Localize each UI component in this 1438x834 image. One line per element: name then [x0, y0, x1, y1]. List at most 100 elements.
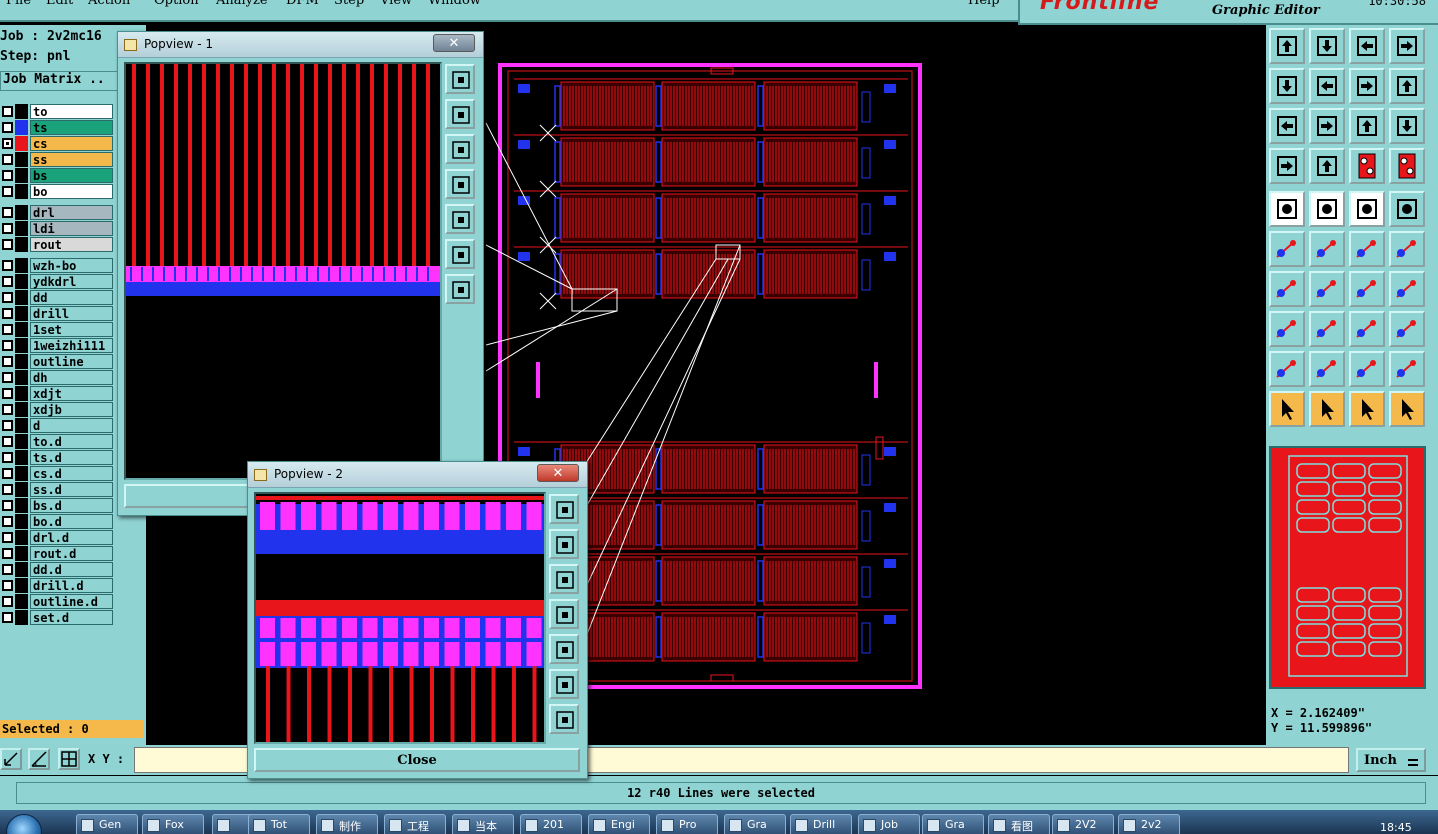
taskbar-item[interactable]: 工程	[384, 814, 446, 834]
layer-color-swatch[interactable]	[15, 386, 28, 401]
taskbar-item[interactable]: Tot	[248, 814, 310, 834]
layer-row-xdjt[interactable]: xdjt	[0, 386, 118, 401]
angle-line-icon[interactable]	[1269, 271, 1305, 307]
layer-checkbox[interactable]	[2, 276, 13, 287]
layer-name[interactable]: dh	[30, 370, 113, 385]
layer-color-swatch[interactable]	[15, 402, 28, 417]
layer-checkbox[interactable]	[2, 404, 13, 415]
layer-row-dh[interactable]: dh	[0, 370, 118, 385]
layer-checkbox[interactable]	[2, 170, 13, 181]
ruler-icon[interactable]	[1349, 191, 1385, 227]
select-box-icon[interactable]	[1309, 391, 1345, 427]
layer-checkbox[interactable]	[2, 500, 13, 511]
popview-1-close-x[interactable]: ✕	[433, 34, 475, 52]
layer-color-swatch[interactable]	[15, 418, 28, 433]
layer-row-bo[interactable]: bo	[0, 184, 118, 199]
popview-1-fit-icon[interactable]	[445, 239, 475, 269]
taskbar-item[interactable]: Fox	[142, 814, 204, 834]
layer-checkbox[interactable]	[2, 420, 13, 431]
layer-row-ldi[interactable]: ldi	[0, 221, 118, 236]
layer-color-swatch[interactable]	[15, 530, 28, 545]
zoom-page-icon[interactable]	[1309, 28, 1345, 64]
layer-color-swatch[interactable]	[15, 184, 28, 199]
layer-checkbox[interactable]	[2, 106, 13, 117]
taskbar-item[interactable]: Engi	[588, 814, 650, 834]
layer-checkbox[interactable]	[2, 292, 13, 303]
popview-1-move-right-icon[interactable]	[445, 204, 475, 234]
menu-option[interactable]: Option	[154, 0, 199, 8]
layer-color-swatch[interactable]	[15, 274, 28, 289]
select-pointer-icon[interactable]	[1269, 391, 1305, 427]
layer-checkbox[interactable]	[2, 580, 13, 591]
layer-row-bs-d[interactable]: bs.d	[0, 498, 118, 513]
layer-row-cs-d[interactable]: cs.d	[0, 466, 118, 481]
layer-stack-red-icon[interactable]	[1349, 148, 1385, 184]
layer-color-swatch[interactable]	[15, 104, 28, 119]
layer-checkbox[interactable]	[2, 452, 13, 463]
popview-1-view[interactable]	[124, 62, 442, 480]
measure-icon[interactable]	[28, 748, 50, 770]
layer-color-swatch[interactable]	[15, 237, 28, 252]
add-line-icon[interactable]	[1309, 191, 1345, 227]
layer-color-swatch[interactable]	[15, 221, 28, 236]
layer-row-ts-d[interactable]: ts.d	[0, 450, 118, 465]
popview-2-zoom-icon[interactable]	[549, 494, 579, 524]
layer-checkbox[interactable]	[2, 468, 13, 479]
menu-action[interactable]: Action	[88, 0, 130, 8]
taskbar-item[interactable]: Pro	[656, 814, 718, 834]
pan-right-icon[interactable]	[1309, 68, 1345, 104]
layer-name[interactable]: ts	[30, 120, 113, 135]
layer-color-swatch[interactable]	[15, 258, 28, 273]
layer-row-rout-d[interactable]: rout.d	[0, 546, 118, 561]
taskbar-item[interactable]: 看图	[988, 814, 1050, 834]
popview-2-view[interactable]	[254, 492, 546, 744]
taskbar-item[interactable]: Job	[858, 814, 920, 834]
scale-1-2-icon[interactable]	[1349, 108, 1385, 144]
layer-checkbox[interactable]	[2, 324, 13, 335]
layer-name[interactable]: bs	[30, 168, 113, 183]
layer-row-bo-d[interactable]: bo.d	[0, 514, 118, 529]
merge-icon[interactable]	[1389, 311, 1425, 347]
layer-color-swatch[interactable]	[15, 546, 28, 561]
layer-name[interactable]: ldi	[30, 221, 113, 236]
layer-name[interactable]: set.d	[30, 610, 113, 625]
layer-name[interactable]: rout	[30, 237, 113, 252]
taskbar-item[interactable]: 制作	[316, 814, 378, 834]
layer-checkbox[interactable]	[2, 516, 13, 527]
layer-color-swatch[interactable]	[15, 136, 28, 151]
layer-color-swatch[interactable]	[15, 562, 28, 577]
taskbar-item[interactable]: 2v2	[1118, 814, 1180, 834]
layer-name[interactable]: cs.d	[30, 466, 113, 481]
select-net-icon[interactable]	[1389, 391, 1425, 427]
layer-checkbox[interactable]	[2, 207, 13, 218]
layer-row-ydkdrl[interactable]: ydkdrl	[0, 274, 118, 289]
popview-1-move-up-icon[interactable]	[445, 99, 475, 129]
layer-color-swatch[interactable]	[15, 354, 28, 369]
zoom-home-icon[interactable]	[1269, 28, 1305, 64]
layer-row-d[interactable]: d	[0, 418, 118, 433]
layer-checkbox[interactable]	[2, 612, 13, 623]
help-icon[interactable]	[1389, 108, 1425, 144]
layer-row-drill[interactable]: drill	[0, 306, 118, 321]
fit-view-icon[interactable]	[1269, 108, 1305, 144]
layer-row-dd-d[interactable]: dd.d	[0, 562, 118, 577]
menu-step[interactable]: Step	[334, 0, 364, 8]
layer-checkbox[interactable]	[2, 564, 13, 575]
layer-row-rout[interactable]: rout	[0, 237, 118, 252]
layer-name[interactable]: bo	[30, 184, 113, 199]
layer-checkbox[interactable]	[2, 308, 13, 319]
layer-name[interactable]: outline.d	[30, 594, 113, 609]
cross-delete-icon[interactable]	[1309, 231, 1345, 267]
layer-checkbox[interactable]	[2, 154, 13, 165]
layer-color-swatch[interactable]	[15, 482, 28, 497]
taskbar-item[interactable]: Gen	[76, 814, 138, 834]
layer-color-swatch[interactable]	[15, 434, 28, 449]
pan-left-icon[interactable]	[1269, 68, 1305, 104]
layer-name[interactable]: drl.d	[30, 530, 113, 545]
layer-color-swatch[interactable]	[15, 514, 28, 529]
connect-pads-icon[interactable]	[1269, 231, 1305, 267]
layer-row-drl[interactable]: drl	[0, 205, 118, 220]
taskbar-item[interactable]: Drill	[790, 814, 852, 834]
layer-checkbox[interactable]	[2, 548, 13, 559]
triangle-edit-icon[interactable]	[1389, 351, 1425, 387]
